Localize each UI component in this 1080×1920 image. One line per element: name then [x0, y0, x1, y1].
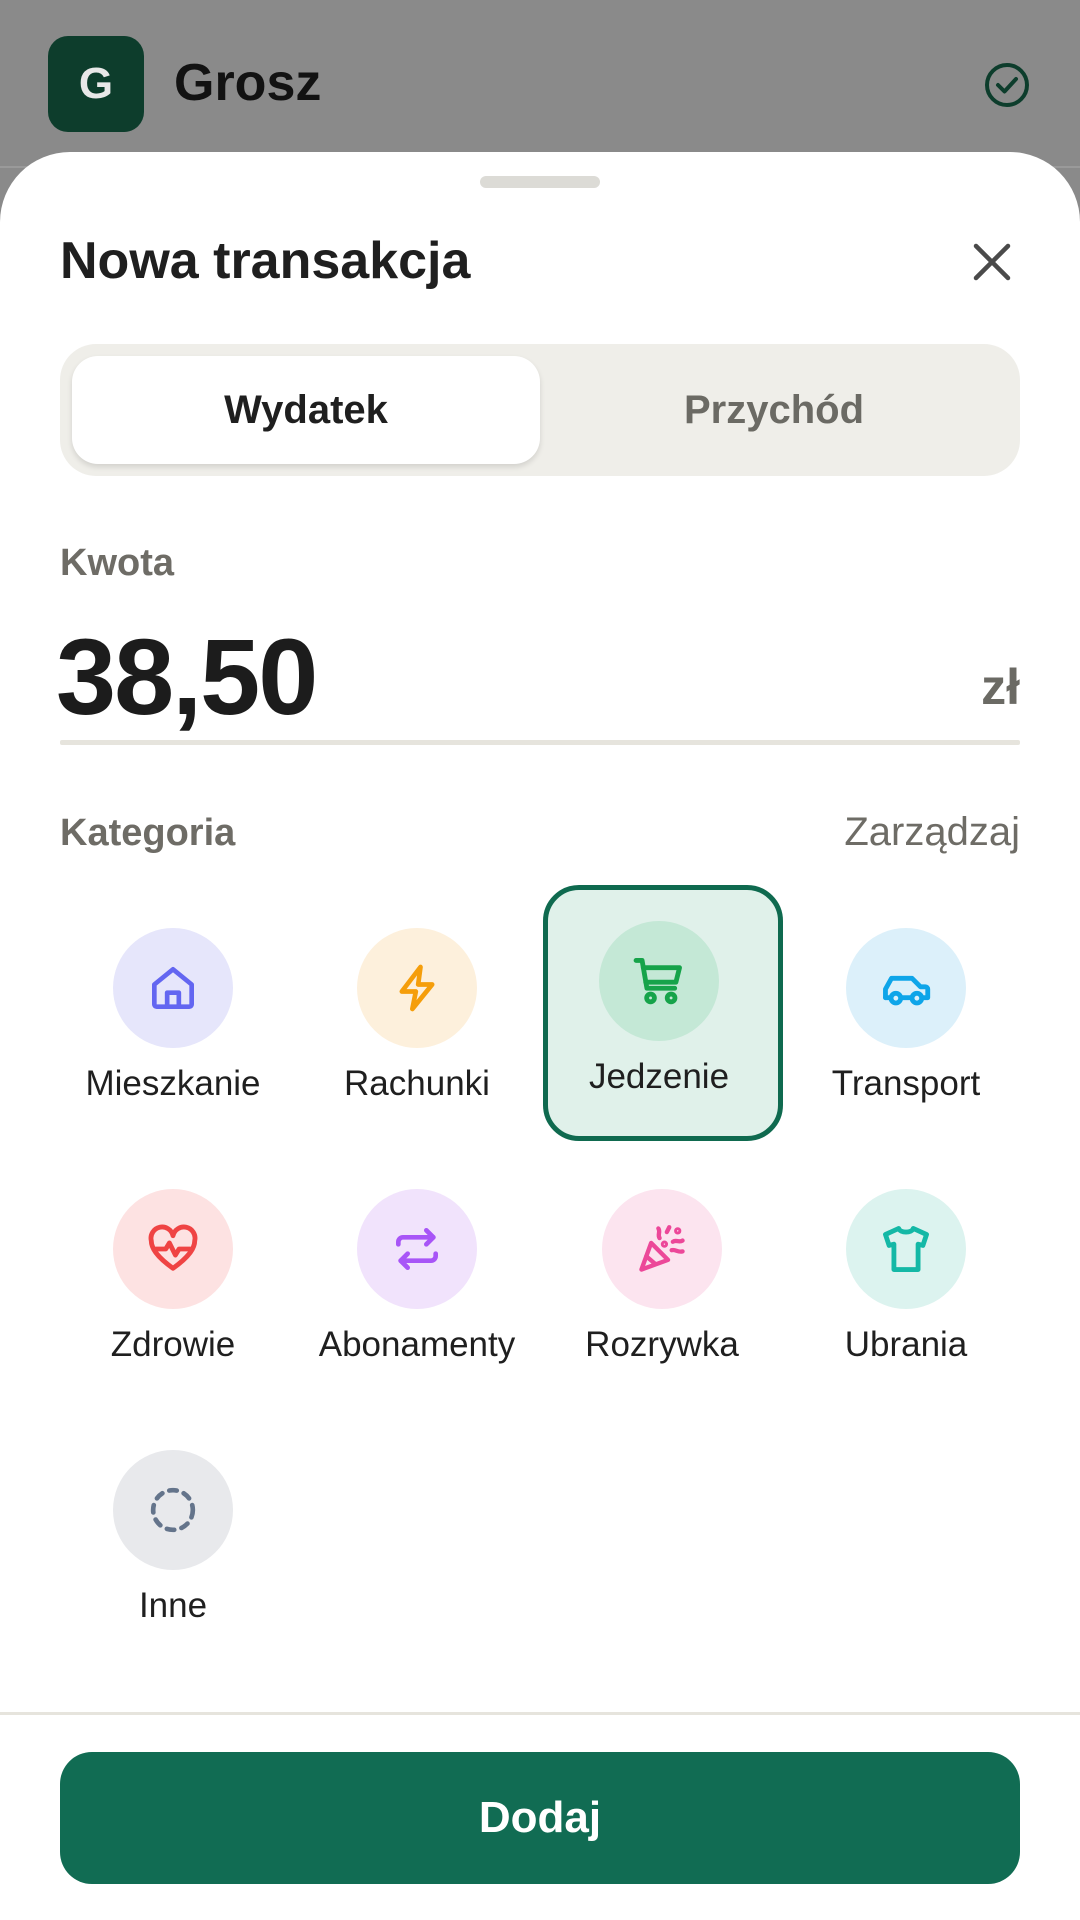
- category-rachunki[interactable]: Rachunki: [301, 892, 533, 1140]
- currency-label: zł: [981, 659, 1020, 715]
- amount-input[interactable]: 38,50: [56, 612, 318, 742]
- add-button[interactable]: Dodaj: [60, 1752, 1020, 1884]
- app-logo: G: [48, 36, 144, 132]
- amount-underline: [60, 740, 1020, 745]
- party-icon: [602, 1189, 722, 1309]
- close-button[interactable]: [964, 234, 1020, 290]
- category-inne[interactable]: Inne: [57, 1414, 289, 1662]
- category-label: Kategoria: [60, 812, 236, 854]
- manage-categories-link[interactable]: Zarządzaj: [844, 810, 1020, 855]
- tab-income[interactable]: Przychód: [540, 356, 1008, 464]
- category-ubrania[interactable]: Ubrania: [790, 1153, 1022, 1401]
- car-icon: [846, 928, 966, 1048]
- bolt-icon: [357, 928, 477, 1048]
- shirt-icon: [846, 1189, 966, 1309]
- heart-pulse-icon: [113, 1189, 233, 1309]
- category-zdrowie[interactable]: Zdrowie: [57, 1153, 289, 1401]
- repeat-icon: [357, 1189, 477, 1309]
- app-title: Grosz: [174, 54, 322, 112]
- sheet-drag-handle[interactable]: [480, 176, 600, 188]
- category-rozrywka[interactable]: Rozrywka: [546, 1153, 778, 1401]
- cart-icon: [599, 921, 719, 1041]
- new-transaction-sheet: Nowa transakcja Wydatek Przychód Kwota 3…: [0, 152, 1080, 1920]
- amount-label: Kwota: [60, 542, 174, 584]
- home-icon: [113, 928, 233, 1048]
- dashed-circle-icon: [113, 1450, 233, 1570]
- app-bar: G Grosz: [0, 0, 1080, 168]
- category-jedzenie[interactable]: Jedzenie: [543, 885, 783, 1141]
- close-icon: [973, 243, 1011, 281]
- footer-divider: [0, 1712, 1080, 1715]
- category-name: Transport: [831, 1064, 981, 1103]
- tab-expense[interactable]: Wydatek: [72, 356, 540, 464]
- category-name: Inne: [138, 1586, 208, 1625]
- check-circle-icon[interactable]: [982, 60, 1032, 110]
- sheet-title: Nowa transakcja: [60, 232, 471, 290]
- category-transport[interactable]: Transport: [790, 892, 1022, 1140]
- category-abonamenty[interactable]: Abonamenty: [301, 1153, 533, 1401]
- transaction-type-toggle: Wydatek Przychód: [60, 344, 1020, 476]
- category-mieszkanie[interactable]: Mieszkanie: [57, 892, 289, 1140]
- category-name: Ubrania: [844, 1325, 968, 1364]
